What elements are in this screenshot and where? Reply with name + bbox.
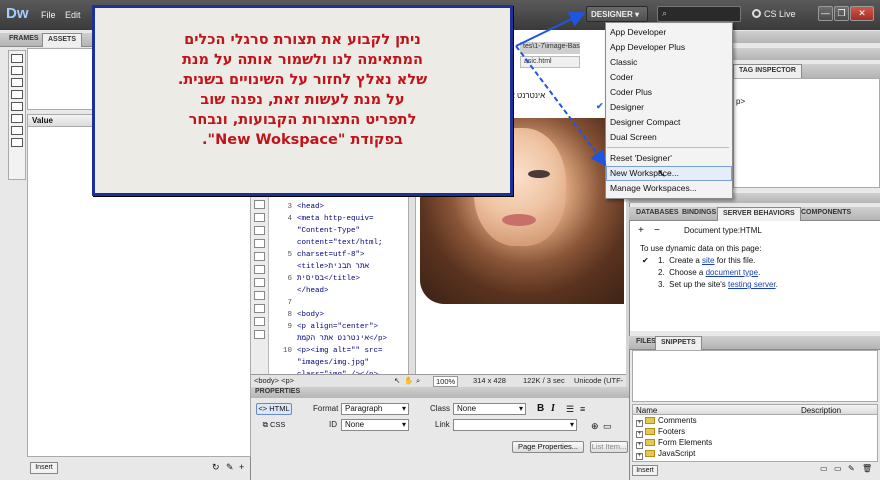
arrow-to-workspace-button [515,12,586,47]
callout-arrows [515,12,607,167]
arrow-to-new-workspace [515,45,607,167]
